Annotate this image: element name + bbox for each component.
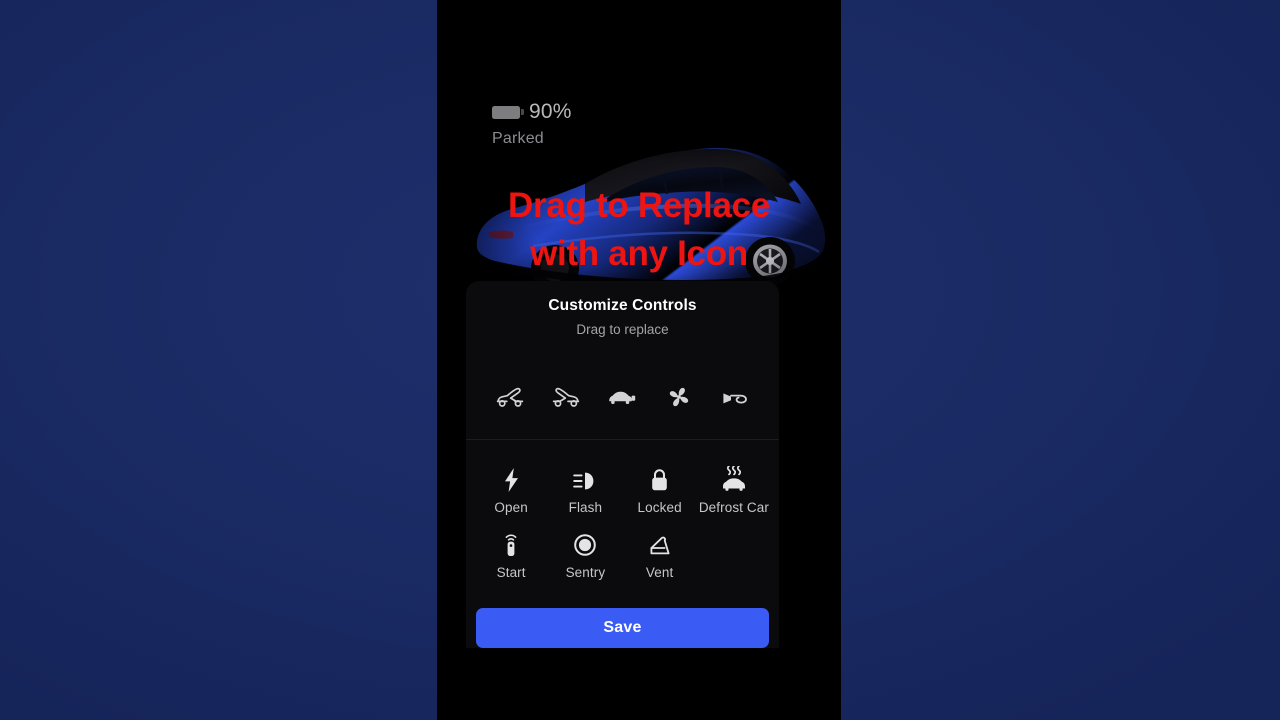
trunk-open-icon[interactable] <box>549 382 583 412</box>
icon-palette <box>466 366 779 428</box>
vehicle-status-block: 90% Parked <box>492 100 572 148</box>
control-locked[interactable]: Locked <box>623 466 697 515</box>
battery-row: 90% <box>492 100 572 124</box>
control-start[interactable]: Start <box>474 531 548 580</box>
control-vent-label: Vent <box>645 565 674 580</box>
control-flash[interactable]: Flash <box>548 466 622 515</box>
sheet-title: Customize Controls <box>548 297 697 314</box>
control-sentry-label: Sentry <box>565 565 606 580</box>
headlight-flash-icon <box>572 466 598 492</box>
battery-percent: 90% <box>529 100 572 123</box>
frunk-open-icon[interactable] <box>493 382 527 412</box>
controls-grid: Open Flash Locked Defrost Car Start Sent… <box>466 440 779 580</box>
overlay-line-1: Drag to Replace <box>508 186 770 225</box>
car-charging-icon[interactable] <box>605 382 639 412</box>
lightning-bolt-icon <box>503 466 520 492</box>
padlock-closed-icon <box>650 466 669 492</box>
sheet-subtitle: Drag to replace <box>576 322 669 337</box>
control-sentry[interactable]: Sentry <box>548 531 622 580</box>
fan-climate-icon[interactable] <box>662 382 696 412</box>
control-defrost-car-label: Defrost Car <box>698 500 769 515</box>
control-defrost-car[interactable]: Defrost Car <box>697 466 771 515</box>
sheet-header: Customize Controls Drag to replace <box>466 281 779 337</box>
screen-backdrop: 90% Parked Drag to Replace with any Icon… <box>0 0 1280 720</box>
sentry-camera-icon <box>573 531 597 557</box>
control-flash-label: Flash <box>568 500 603 515</box>
key-fob-icon <box>502 531 520 557</box>
overlay-annotation: Drag to Replace with any Icon <box>437 182 841 277</box>
control-locked-label: Locked <box>637 500 682 515</box>
window-vent-icon <box>648 531 672 557</box>
customize-controls-sheet: Customize Controls Drag to replace Open … <box>466 281 779 648</box>
control-open[interactable]: Open <box>474 466 548 515</box>
defrost-car-icon <box>720 466 748 492</box>
control-vent[interactable]: Vent <box>623 531 697 580</box>
vehicle-hero: 90% Parked Drag to Replace with any Icon <box>437 0 841 290</box>
phone-video-frame: 90% Parked Drag to Replace with any Icon… <box>437 0 841 720</box>
save-button[interactable]: Save <box>476 608 769 648</box>
control-start-label: Start <box>496 565 526 580</box>
save-button-container: Save <box>466 608 779 648</box>
vehicle-state-label: Parked <box>492 130 544 147</box>
control-open-label: Open <box>494 500 528 515</box>
overlay-line-2: with any Icon <box>530 233 748 273</box>
battery-icon <box>492 105 524 119</box>
horn-icon[interactable] <box>718 382 752 412</box>
